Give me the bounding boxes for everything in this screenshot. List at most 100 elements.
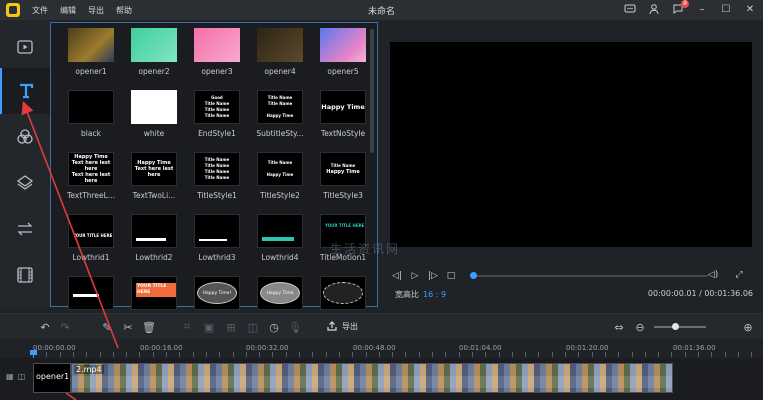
template-thumbnail[interactable] (257, 214, 303, 248)
pencil-icon[interactable]: ✎ (100, 320, 114, 334)
template-thumbnail[interactable]: Title Name Title Name Happy Time (257, 90, 303, 124)
prev-frame-icon[interactable]: ◁| (390, 269, 404, 283)
template-thumbnail[interactable]: Happy Time (320, 90, 366, 124)
stop-icon[interactable]: □ (444, 269, 458, 283)
template-thumbnail[interactable] (68, 276, 114, 310)
fit-timeline-icon[interactable]: ⇔ (612, 320, 626, 334)
trash-icon[interactable]: 🗑 (142, 320, 156, 334)
playback-knob[interactable] (470, 272, 477, 279)
template-item[interactable]: opener3 (187, 27, 247, 85)
template-thumbnail[interactable] (194, 28, 240, 62)
next-frame-icon[interactable]: |▷ (426, 269, 440, 283)
resize-icon[interactable]: ▣ (202, 320, 216, 334)
template-item[interactable]: Happy Time Text here lest here Text here l… (61, 151, 121, 209)
play-icon[interactable]: ▷ (408, 269, 422, 283)
ruler-tick (591, 352, 593, 357)
fullscreen-icon[interactable]: ⤢ (732, 268, 746, 282)
template-thumbnail[interactable] (194, 214, 240, 248)
template-thumbnail[interactable]: YOUR TITLE HERE (68, 214, 114, 248)
template-label: opener1 (75, 67, 107, 76)
menu-export[interactable]: 导出 (88, 5, 104, 16)
microphone-icon[interactable]: 🎙 (288, 320, 302, 334)
panel-scrollbar[interactable] (370, 29, 374, 153)
zoom-in-icon[interactable]: ⊕ (741, 320, 755, 334)
close-icon[interactable]: ✕ (743, 2, 757, 16)
crop-icon[interactable]: ⌗ (180, 320, 194, 334)
zoom-slider-knob[interactable] (672, 323, 679, 330)
template-item[interactable]: black (61, 89, 121, 147)
maximize-icon[interactable]: ☐ (719, 2, 733, 16)
template-item[interactable]: opener2 (124, 27, 184, 85)
rail-transitions[interactable] (0, 206, 50, 252)
template-item[interactable]: Title Name Title Name Happy Time SubtitleSt… (250, 89, 310, 147)
freeze-frame-icon[interactable]: ◫ (246, 320, 260, 334)
template-thumbnail[interactable]: Title Name Title Name Title Name Title Name (194, 152, 240, 186)
rail-overlays[interactable] (0, 160, 50, 206)
template-thumbnail[interactable]: Happy Time Text here lest here Text here l… (68, 152, 114, 186)
message-icon[interactable]: 9 (671, 0, 689, 16)
template-item[interactable]: Title Name Title Name Title Name Title Name… (187, 151, 247, 209)
template-item[interactable]: opener5 (313, 27, 373, 85)
ruler-tick (99, 352, 101, 357)
template-item[interactable]: Lowthrid4 (250, 213, 310, 271)
ruler-tick (152, 352, 154, 357)
template-item[interactable]: opener1 (61, 27, 121, 85)
rail-filters[interactable] (0, 114, 50, 160)
menu-edit[interactable]: 编辑 (60, 5, 76, 16)
zoom-slider-track[interactable] (654, 326, 706, 328)
template-item[interactable]: Title Name Happy Time TitleStyle2 (250, 151, 310, 209)
template-thumbnail[interactable] (320, 276, 366, 310)
track-lock-icon[interactable]: ◫ (18, 372, 26, 381)
template-thumbnail[interactable]: Happy Time Text here lest here (131, 152, 177, 186)
opener-clip[interactable]: opener1 (33, 363, 71, 393)
template-thumbnail[interactable] (131, 90, 177, 124)
rail-elements[interactable] (0, 252, 50, 298)
scissors-icon[interactable]: ✂ (121, 320, 135, 334)
menu-file[interactable]: 文件 (32, 5, 48, 16)
template-thumbnail[interactable]: Happy Time (257, 276, 303, 310)
transition-arrows-icon (17, 222, 33, 236)
volume-icon[interactable]: ◁) (706, 268, 720, 282)
template-thumbnail[interactable] (320, 28, 366, 62)
ruler-tick (604, 352, 606, 357)
feedback-icon[interactable] (623, 2, 637, 16)
template-item[interactable]: opener4 (250, 27, 310, 85)
template-thumbnail[interactable]: YOUR TITLE HERE (131, 276, 177, 310)
redo-icon[interactable]: ↷ (58, 320, 72, 334)
timeline-ruler[interactable]: 00:00:00.00 00:00:16.00 00:00:32.00 00:00:4… (0, 340, 763, 358)
template-thumbnail[interactable]: Title Name Happy Time (320, 152, 366, 186)
undo-icon[interactable]: ↶ (38, 320, 52, 334)
template-item[interactable]: white (124, 89, 184, 147)
template-item[interactable]: Title Name Happy Time TitleStyle3 (313, 151, 373, 209)
ruler-tick (538, 352, 540, 357)
template-thumbnail[interactable] (131, 28, 177, 62)
template-thumbnail[interactable]: Good Title Name Title Name Title Name (194, 90, 240, 124)
zoom-out-icon[interactable]: ⊖ (633, 320, 647, 334)
template-thumbnail[interactable] (131, 214, 177, 248)
template-item[interactable]: Lowthrid2 (124, 213, 184, 271)
template-item[interactable]: YOUR TITLE HERE Lowthrid1 (61, 213, 121, 271)
duration-clock-icon[interactable]: ◷ (267, 320, 281, 334)
user-icon[interactable] (647, 2, 661, 16)
template-thumbnail[interactable]: Happy Time! (194, 276, 240, 310)
thumbnail-text: Title Name Happy Time (326, 163, 359, 175)
rail-text[interactable] (0, 68, 50, 114)
thumbnail-text: Title Name Title Name Happy Time (266, 95, 294, 118)
minimize-icon[interactable]: – (695, 2, 709, 16)
template-thumbnail[interactable]: Title Name Happy Time (257, 152, 303, 186)
rail-media[interactable] (0, 24, 50, 70)
template-item[interactable]: Lowthrid3 (187, 213, 247, 271)
aspect-ratio-value[interactable]: 16 : 9 (423, 290, 446, 299)
template-item[interactable]: Happy Time TextNoStyle (313, 89, 373, 147)
template-item[interactable]: Happy Time Text here lest here TextTwoLi..… (124, 151, 184, 209)
template-thumbnail[interactable] (257, 28, 303, 62)
template-thumbnail[interactable] (68, 90, 114, 124)
ruler-tick (511, 352, 513, 357)
mosaic-icon[interactable]: ⊞ (224, 320, 238, 334)
playback-track[interactable] (472, 275, 708, 277)
template-thumbnail[interactable] (68, 28, 114, 62)
export-button[interactable]: 导出 (326, 320, 358, 332)
menu-help[interactable]: 帮助 (116, 5, 132, 16)
template-item[interactable]: Good Title Name Title Name Title Name EndSty… (187, 89, 247, 147)
video-clip[interactable]: 2.mp4 (71, 363, 673, 393)
